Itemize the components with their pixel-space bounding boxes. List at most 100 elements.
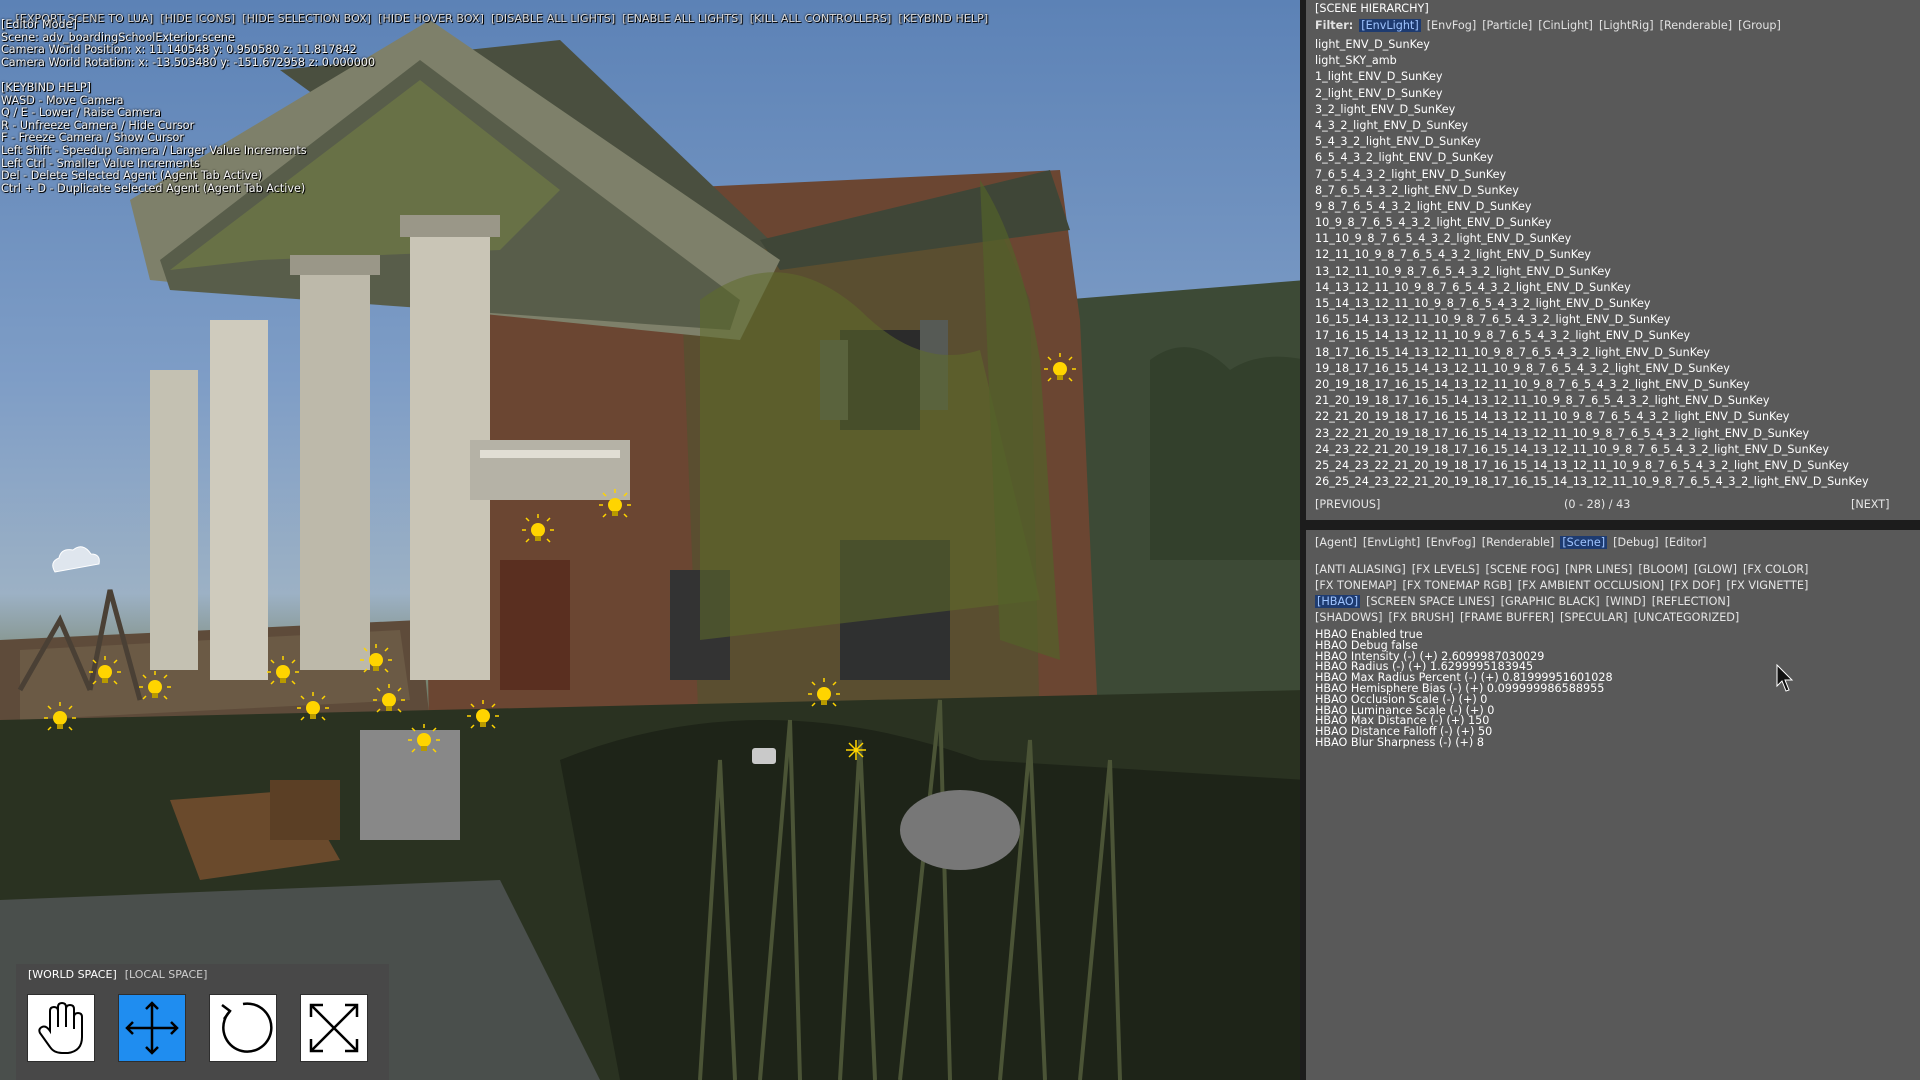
light-icon[interactable]: [466, 699, 500, 729]
category-shadows[interactable]: [SHADOWS]: [1315, 611, 1382, 624]
hierarchy-item[interactable]: 11_10_9_8_7_6_5_4_3_2_light_ENV_D_SunKey: [1315, 231, 1869, 247]
tab-renderable[interactable]: [Renderable]: [1482, 536, 1555, 549]
hierarchy-filters: Filter: [EnvLight] [EnvFog] [Particle] [CinL…: [1315, 19, 1787, 32]
light-icon[interactable]: [372, 683, 406, 713]
category-fx-levels[interactable]: [FX LEVELS]: [1412, 563, 1480, 576]
category-specular[interactable]: [SPECULAR]: [1560, 611, 1628, 624]
hierarchy-item[interactable]: 25_24_23_22_21_20_19_18_17_16_15_14_13_1…: [1315, 458, 1869, 474]
hierarchy-item[interactable]: 10_9_8_7_6_5_4_3_2_light_ENV_D_SunKey: [1315, 215, 1869, 231]
hierarchy-item[interactable]: 20_19_18_17_16_15_14_13_12_11_10_9_8_7_6…: [1315, 377, 1869, 393]
hierarchy-item[interactable]: 21_20_19_18_17_16_15_14_13_12_11_10_9_8_…: [1315, 393, 1869, 409]
light-icon[interactable]: [266, 655, 300, 685]
previous-page-button[interactable]: [PREVIOUS]: [1315, 498, 1380, 511]
mouse-pointer-icon: [1776, 664, 1794, 692]
filter-envlight[interactable]: [EnvLight]: [1359, 19, 1421, 32]
next-page-button[interactable]: [NEXT]: [1851, 498, 1889, 511]
light-icon[interactable]: [43, 701, 77, 731]
hierarchy-item[interactable]: 17_16_15_14_13_12_11_10_9_8_7_6_5_4_3_2_…: [1315, 328, 1869, 344]
category-uncategorized[interactable]: [UNCATEGORIZED]: [1634, 611, 1740, 624]
world-space-tab[interactable]: [WORLD SPACE]: [28, 968, 117, 981]
light-icon[interactable]: [1043, 352, 1077, 382]
tab-debug[interactable]: [Debug]: [1613, 536, 1659, 549]
light-icon[interactable]: [138, 670, 172, 700]
hand-tool-button[interactable]: [27, 994, 95, 1062]
hierarchy-item[interactable]: 12_11_10_9_8_7_6_5_4_3_2_light_ENV_D_Sun…: [1315, 247, 1869, 263]
light-icon[interactable]: [296, 691, 330, 721]
light-icon[interactable]: [598, 488, 632, 518]
category-fx-vignette[interactable]: [FX VIGNETTE]: [1726, 579, 1808, 592]
scale-icon: [309, 1003, 359, 1053]
filter-envfog[interactable]: [EnvFog]: [1427, 19, 1477, 32]
category-anti-aliasing[interactable]: [ANTI ALIASING]: [1315, 563, 1406, 576]
category-fx-dof[interactable]: [FX DOF]: [1670, 579, 1720, 592]
hierarchy-item[interactable]: 4_3_2_light_ENV_D_SunKey: [1315, 118, 1869, 134]
category-hbao[interactable]: [HBAO]: [1315, 595, 1361, 608]
hierarchy-item[interactable]: 22_21_20_19_18_17_16_15_14_13_12_11_10_9…: [1315, 409, 1869, 425]
category-fx-tonemap[interactable]: [FX TONEMAP]: [1315, 579, 1397, 592]
page-info: (0 - 28) / 43: [1564, 498, 1631, 511]
sun-icon[interactable]: [846, 740, 866, 760]
hierarchy-item[interactable]: light_ENV_D_SunKey: [1315, 37, 1869, 53]
hierarchy-item[interactable]: 24_23_22_21_20_19_18_17_16_15_14_13_12_1…: [1315, 442, 1869, 458]
light-icon[interactable]: [807, 677, 841, 707]
tab-agent[interactable]: [Agent]: [1315, 536, 1357, 549]
hierarchy-item[interactable]: 3_2_light_ENV_D_SunKey: [1315, 102, 1869, 118]
category-npr-lines[interactable]: [NPR LINES]: [1565, 563, 1632, 576]
light-icon[interactable]: [88, 655, 122, 685]
cloud-icon[interactable]: [52, 546, 100, 573]
hierarchy-list: light_ENV_D_SunKey light_SKY_amb 1_light…: [1315, 37, 1869, 490]
hierarchy-item[interactable]: 1_light_ENV_D_SunKey: [1315, 69, 1869, 85]
category-screen-space-lines[interactable]: [SCREEN SPACE LINES]: [1366, 595, 1495, 608]
move-tool-button[interactable]: [118, 994, 186, 1062]
category-bloom[interactable]: [BLOOM]: [1638, 563, 1688, 576]
camera-icon[interactable]: [752, 748, 776, 764]
category-fx-ambient-occlusion[interactable]: [FX AMBIENT OCCLUSION]: [1518, 579, 1664, 592]
category-row: [HBAO] [SCREEN SPACE LINES] [GRAPHIC BLACK…: [1315, 595, 1736, 608]
hierarchy-item[interactable]: 2_light_ENV_D_SunKey: [1315, 86, 1869, 102]
category-frame-buffer[interactable]: [FRAME BUFFER]: [1460, 611, 1554, 624]
hierarchy-item[interactable]: 5_4_3_2_light_ENV_D_SunKey: [1315, 134, 1869, 150]
filter-lightrig[interactable]: [LightRig]: [1599, 19, 1654, 32]
category-reflection[interactable]: [REFLECTION]: [1652, 595, 1730, 608]
hierarchy-item[interactable]: 26_25_24_23_22_21_20_19_18_17_16_15_14_1…: [1315, 474, 1869, 490]
hierarchy-item[interactable]: 23_22_21_20_19_18_17_16_15_14_13_12_11_1…: [1315, 426, 1869, 442]
transform-gizmo-panel: [WORLD SPACE] [LOCAL SPACE]: [16, 964, 389, 1080]
light-icon[interactable]: [407, 723, 441, 753]
hierarchy-item[interactable]: 15_14_13_12_11_10_9_8_7_6_5_4_3_2_light_…: [1315, 296, 1869, 312]
tab-envlight[interactable]: [EnvLight]: [1363, 536, 1420, 549]
light-icon[interactable]: [521, 513, 555, 543]
rotate-tool-button[interactable]: [209, 994, 277, 1062]
rotate-icon: [221, 1002, 273, 1053]
tab-scene[interactable]: [Scene]: [1560, 536, 1608, 549]
hierarchy-item[interactable]: 14_13_12_11_10_9_8_7_6_5_4_3_2_light_ENV…: [1315, 280, 1869, 296]
light-icon[interactable]: [359, 643, 393, 673]
property-row[interactable]: HBAO Blur Sharpness (-) (+) 8: [1315, 737, 1613, 749]
category-glow[interactable]: [GLOW]: [1694, 563, 1737, 576]
scale-tool-button[interactable]: [300, 994, 368, 1062]
hierarchy-item[interactable]: 9_8_7_6_5_4_3_2_light_ENV_D_SunKey: [1315, 199, 1869, 215]
hierarchy-item[interactable]: 13_12_11_10_9_8_7_6_5_4_3_2_light_ENV_D_…: [1315, 264, 1869, 280]
filter-group[interactable]: [Group]: [1738, 19, 1781, 32]
move-icon: [125, 1001, 179, 1055]
filter-cinlight[interactable]: [CinLight]: [1538, 19, 1593, 32]
category-wind[interactable]: [WIND]: [1606, 595, 1646, 608]
scene-viewport[interactable]: [EXPORT SCENE TO LUA] [HIDE ICONS] [HIDE S…: [0, 0, 1306, 1080]
filter-particle[interactable]: [Particle]: [1482, 19, 1532, 32]
tab-envfog[interactable]: [EnvFog]: [1426, 536, 1476, 549]
filter-label: Filter:: [1315, 19, 1354, 32]
local-space-tab[interactable]: [LOCAL SPACE]: [125, 968, 208, 981]
category-graphic-black[interactable]: [GRAPHIC BLACK]: [1501, 595, 1600, 608]
hierarchy-item[interactable]: 19_18_17_16_15_14_13_12_11_10_9_8_7_6_5_…: [1315, 361, 1869, 377]
tab-editor[interactable]: [Editor]: [1665, 536, 1707, 549]
filter-renderable[interactable]: [Renderable]: [1660, 19, 1733, 32]
category-fx-brush[interactable]: [FX BRUSH]: [1388, 611, 1454, 624]
hierarchy-item[interactable]: light_SKY_amb: [1315, 53, 1869, 69]
hierarchy-item[interactable]: 8_7_6_5_4_3_2_light_ENV_D_SunKey: [1315, 183, 1869, 199]
hierarchy-item[interactable]: 6_5_4_3_2_light_ENV_D_SunKey: [1315, 150, 1869, 166]
category-fx-tonemap-rgb[interactable]: [FX TONEMAP RGB]: [1403, 579, 1512, 592]
hierarchy-item[interactable]: 18_17_16_15_14_13_12_11_10_9_8_7_6_5_4_3…: [1315, 345, 1869, 361]
hierarchy-item[interactable]: 16_15_14_13_12_11_10_9_8_7_6_5_4_3_2_lig…: [1315, 312, 1869, 328]
category-scene-fog[interactable]: [SCENE FOG]: [1485, 563, 1559, 576]
hierarchy-item[interactable]: 7_6_5_4_3_2_light_ENV_D_SunKey: [1315, 167, 1869, 183]
category-fx-color[interactable]: [FX COLOR]: [1743, 563, 1808, 576]
